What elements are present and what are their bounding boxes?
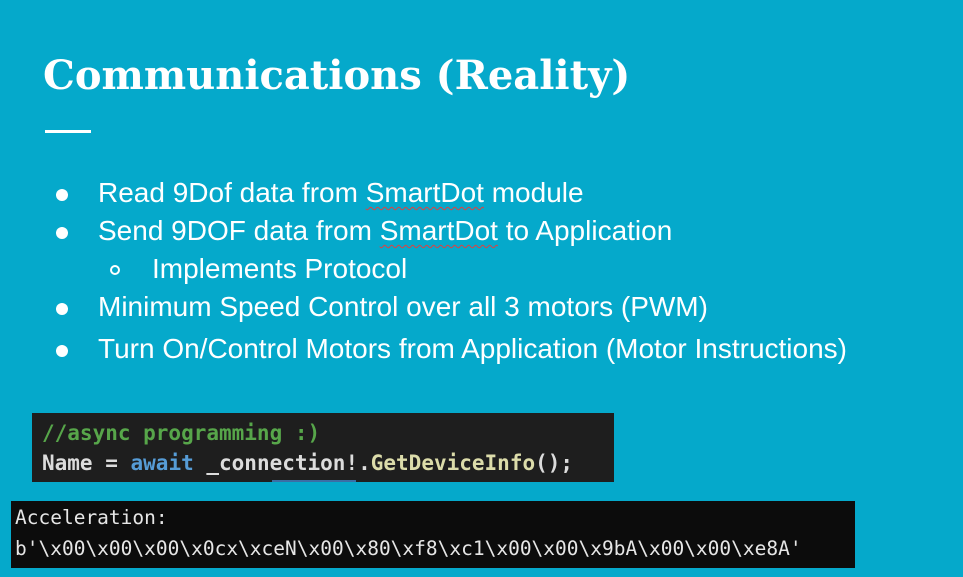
code-snippet: //async programming :) Name = await _con… (32, 413, 614, 482)
console-value: b'\x00\x00\x00\x0cx\xceN\x00\x80\xf8\xc1… (15, 537, 802, 560)
bullet-text: module (483, 177, 584, 208)
bullet-dot (56, 189, 68, 201)
spellcheck-word: SmartDot (365, 177, 484, 208)
console-label: Acceleration: (15, 506, 168, 529)
bullet-item: Turn On/Control Motors from Application … (98, 333, 847, 364)
sub-bullet-circle (110, 265, 120, 275)
bullet-text: Read 9Dof data from (98, 177, 366, 208)
code-operator: = (92, 451, 131, 475)
sub-bullet-item: Implements Protocol (152, 253, 408, 284)
code-method: GetDeviceInfo (370, 451, 536, 475)
bullet-item: Send 9DOF data from SmartDot to Applicat… (98, 215, 672, 247)
bullet-item: Read 9Dof data from SmartDot module (98, 177, 584, 209)
bullet-item: Minimum Speed Control over all 3 motors … (98, 291, 708, 322)
selection-highlight (272, 480, 356, 482)
bullet-text: to Application (497, 215, 673, 246)
title-underline (45, 130, 91, 133)
bullet-dot (56, 345, 68, 357)
code-identifier: Name (42, 451, 93, 475)
bullet-text: Send 9DOF data from (98, 215, 380, 246)
bullet-dot (56, 227, 68, 239)
code-member: _connection!. (193, 451, 371, 475)
code-comment: //async programming :) (42, 421, 321, 445)
spellcheck-word: SmartDot (379, 215, 498, 246)
code-line: Name = await _connection!.GetDeviceInfo(… (42, 451, 573, 475)
code-punct: (); (535, 451, 574, 475)
code-keyword: await (130, 451, 194, 475)
slide-title: Communications (Reality) (43, 52, 631, 99)
bullet-dot (56, 303, 68, 315)
console-output: Acceleration: b'\x00\x00\x00\x0cx\xceN\x… (11, 501, 855, 568)
